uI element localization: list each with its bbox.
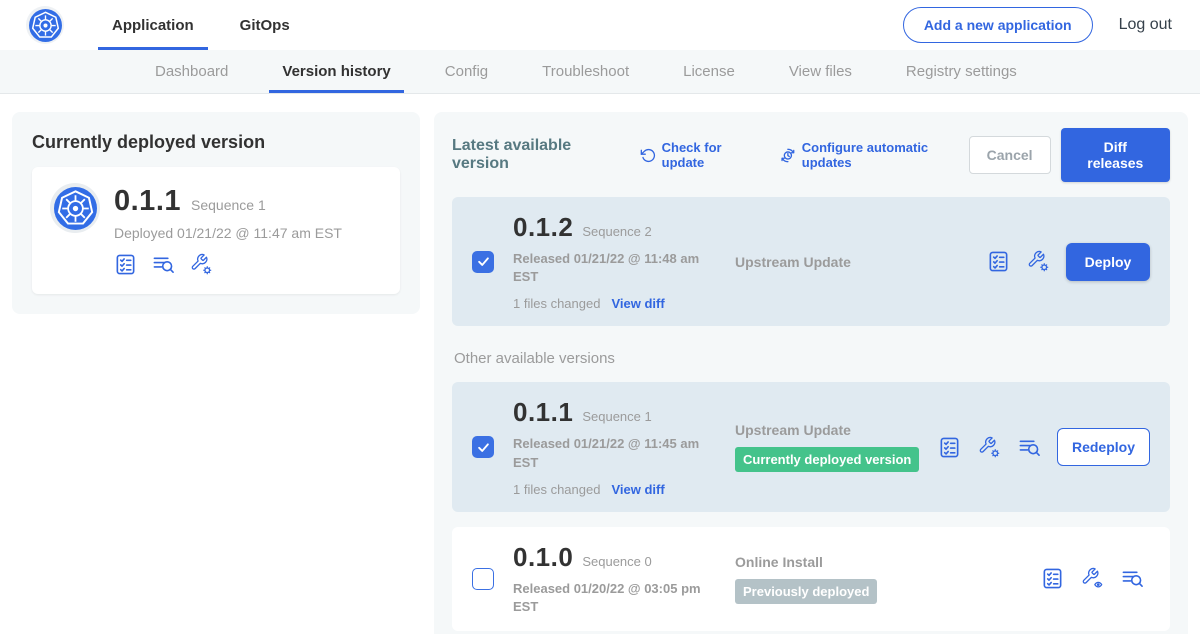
main-content: Currently deployed version 0.1.1 Sequenc… [0,94,1200,634]
available-versions-panel: Latest available version Check for updat… [434,112,1188,634]
check-for-update-link[interactable]: Check for update [640,140,760,170]
sequence-label: Sequence 0 [582,554,651,569]
subnav-view-files[interactable]: View files [762,50,879,93]
add-application-button[interactable]: Add a new application [903,7,1093,43]
version-source-label: Upstream Update [735,422,938,438]
app-kubernetes-icon [50,183,100,233]
version-checkbox[interactable] [472,251,494,273]
other-versions-heading: Other available versions [454,350,1168,367]
currently-deployed-panel: Currently deployed version 0.1.1 Sequenc… [12,112,420,314]
subnav-version-history[interactable]: Version history [255,50,417,93]
subnav-troubleshoot[interactable]: Troubleshoot [515,50,656,93]
deployed-sequence-label: Sequence 1 [191,197,266,213]
subnav-registry-settings[interactable]: Registry settings [879,50,1044,93]
released-timestamp: Released 01/21/22 @ 11:48 am EST [513,250,713,286]
schedule-update-icon [780,147,796,164]
version-checkbox[interactable] [472,436,494,458]
edit-config-icon[interactable] [978,436,1001,459]
preflight-results-icon[interactable] [1041,567,1064,590]
available-versions-header: Latest available version Check for updat… [452,128,1170,182]
tab-gitops[interactable]: GitOps [226,0,304,50]
logout-link[interactable]: Log out [1119,16,1172,34]
view-config-icon[interactable] [1081,567,1104,590]
subnav-dashboard[interactable]: Dashboard [128,50,255,93]
subnav-license[interactable]: License [656,50,762,93]
tab-application[interactable]: Application [98,0,208,50]
deployed-version-card: 0.1.1 Sequence 1 Deployed 01/21/22 @ 11:… [32,167,400,294]
preflight-results-icon[interactable] [987,250,1010,273]
check-for-update-label: Check for update [662,140,760,170]
app-sub-nav: Dashboard Version history Config Trouble… [0,50,1200,94]
preflight-results-icon[interactable] [114,253,137,276]
edit-config-icon[interactable] [190,253,213,276]
deploy-logs-icon[interactable] [1018,436,1041,459]
view-diff-link[interactable]: View diff [611,482,664,497]
released-timestamp: Released 01/20/22 @ 03:05 pm EST [513,580,713,616]
configure-updates-label: Configure automatic updates [802,140,969,170]
released-timestamp: Released 01/21/22 @ 11:45 am EST [513,435,713,471]
version-source-label: Online Install [735,554,1041,570]
previously-deployed-badge: Previously deployed [735,579,877,604]
currently-deployed-badge: Currently deployed version [735,447,919,472]
version-source-label: Upstream Update [735,254,987,270]
deploy-logs-icon[interactable] [152,253,175,276]
top-nav: Application GitOps Add a new application… [0,0,1200,50]
sequence-label: Sequence 1 [582,409,651,424]
version-row-0-1-0: 0.1.0 Sequence 0 Released 01/20/22 @ 03:… [452,527,1170,631]
files-changed-label: 1 files changed [513,296,600,311]
redeploy-button[interactable]: Redeploy [1057,428,1150,466]
version-checkbox[interactable] [472,568,494,590]
preflight-results-icon[interactable] [938,436,961,459]
deploy-button[interactable]: Deploy [1066,243,1150,281]
diff-releases-button[interactable]: Diff releases [1061,128,1170,182]
configure-automatic-updates-link[interactable]: Configure automatic updates [780,140,969,170]
refresh-icon [640,147,656,164]
deploy-logs-icon[interactable] [1121,567,1144,590]
sequence-label: Sequence 2 [582,224,651,239]
topnav-spacer [304,0,903,50]
version-number: 0.1.0 [513,542,573,573]
files-changed-label: 1 files changed [513,482,600,497]
deployed-timestamp: Deployed 01/21/22 @ 11:47 am EST [114,225,342,241]
available-panel-title: Latest available version [452,137,620,173]
deployed-version-number: 0.1.1 [114,185,181,218]
version-row-0-1-2: 0.1.2 Sequence 2 Released 01/21/22 @ 11:… [452,197,1170,326]
version-number: 0.1.2 [513,212,573,243]
edit-config-icon[interactable] [1027,250,1050,273]
kubernetes-logo-icon[interactable] [26,6,64,44]
cancel-button[interactable]: Cancel [969,136,1051,174]
version-row-0-1-1: 0.1.1 Sequence 1 Released 01/21/22 @ 11:… [452,382,1170,511]
view-diff-link[interactable]: View diff [611,296,664,311]
subnav-config[interactable]: Config [418,50,515,93]
deployed-panel-title: Currently deployed version [32,132,400,153]
version-number: 0.1.1 [513,397,573,428]
